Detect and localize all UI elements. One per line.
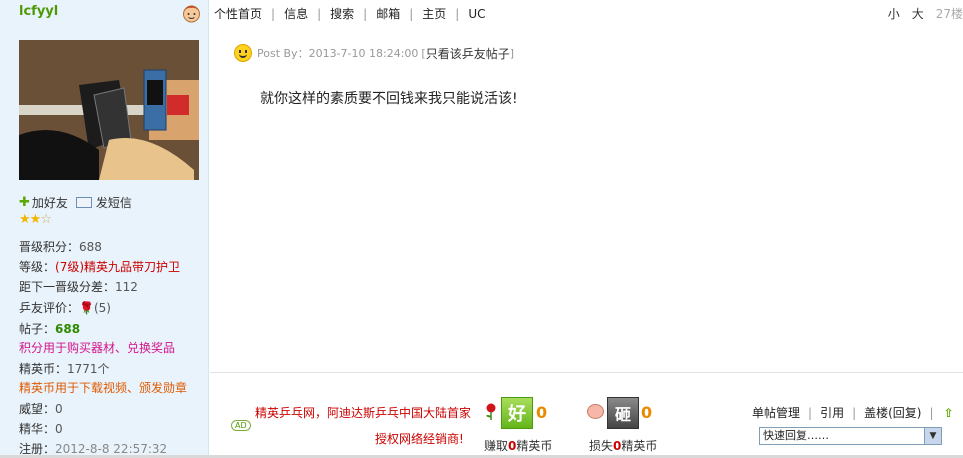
send-message-button[interactable]: 发短信: [75, 194, 132, 211]
ad-text-line1[interactable]: 精英乒乓网，阿迪达斯乒乓中国大陆首家: [255, 404, 471, 421]
quote-link[interactable]: 引用: [820, 404, 844, 421]
nav-mailbox[interactable]: 邮箱: [376, 5, 400, 22]
essence-label: 精华：: [19, 422, 56, 436]
nav-search[interactable]: 搜索: [330, 5, 354, 22]
star-icon: ★: [29, 212, 42, 227]
font-size-controls: 小 大 27楼: [876, 5, 963, 22]
post-topbar: lcfyyl 个性首页 | 信息 | 搜索 | 邮箱 | 主页 | UC 小 大…: [0, 0, 963, 26]
nav-homepage[interactable]: 个性首页: [214, 5, 262, 22]
pig-icon: [587, 404, 604, 419]
level-points-value: 688: [79, 240, 102, 254]
lose-coins-text: 损失0精英币: [589, 437, 657, 454]
user-face-icon: [183, 5, 200, 23]
essence-row: 精华：0: [19, 420, 63, 438]
posts-row: 帖子：688: [19, 320, 80, 338]
action-separator: |: [852, 405, 857, 420]
rose-icon: 🌹: [79, 301, 94, 315]
registered-value: 2012-8-8 22:57:32: [55, 442, 168, 456]
coins-value: 1771个: [67, 362, 110, 376]
rose-icon: [486, 403, 496, 420]
username-link[interactable]: lcfyyl: [19, 4, 58, 19]
coins-note: 精英币用于下载视频、颁发勋章: [19, 381, 188, 395]
rating-row: 乒友评价：🌹(5): [19, 299, 111, 317]
add-friend-label: 加好友: [31, 196, 68, 210]
rank-stars: ★★☆: [19, 212, 52, 227]
nav-separator: |: [317, 6, 322, 21]
floor-number: 27楼: [935, 7, 963, 21]
add-friend-button[interactable]: ✚ 加好友: [19, 194, 68, 211]
good-vote-button[interactable]: 好: [501, 397, 533, 429]
nav-separator: |: [271, 6, 276, 21]
ad-badge: AD: [231, 420, 251, 431]
mail-icon: [75, 197, 92, 208]
registered-label: 注册：: [19, 442, 56, 456]
quick-reply-value: 快速回复……: [763, 429, 829, 442]
chevron-down-icon: ▼: [924, 428, 941, 444]
post-actions: 单帖管理 | 引用 | 盖楼(回复) | ⇧: [752, 404, 954, 421]
nav-separator: |: [455, 6, 460, 21]
points-note: 积分用于购买器材、兑换奖品: [19, 341, 176, 355]
bracket-close: ]: [509, 46, 515, 60]
send-message-label: 发短信: [95, 196, 132, 210]
level-points-label: 晋级积分：: [19, 240, 80, 254]
avatar: [19, 40, 199, 180]
prestige-value: 0: [55, 402, 63, 416]
earn-coins-text: 赚取0精英币: [484, 437, 552, 454]
coins-row: 精英币：1771个: [19, 360, 110, 378]
rating-value: (5): [93, 301, 111, 315]
ad-text-line2[interactable]: 授权网络经销商!: [375, 430, 464, 447]
font-large-button[interactable]: 大: [912, 5, 924, 22]
earn-suffix: 精英币: [516, 439, 553, 453]
post-content: 就你这样的素质要不回钱来我只能说活该!: [260, 91, 518, 107]
rating-label: 乒友评价：: [19, 301, 80, 315]
rank-label: 等级：: [19, 260, 56, 274]
nav-separator: |: [409, 6, 414, 21]
prestige-row: 威望：0: [19, 400, 63, 418]
posts-label: 帖子：: [19, 322, 56, 336]
divider: [210, 372, 963, 373]
next-diff-row: 距下一晋级分差：112: [19, 278, 138, 296]
lose-prefix: 损失: [589, 439, 614, 453]
good-count: 0: [536, 403, 548, 422]
posts-value: 688: [55, 322, 81, 336]
avatar-photo: [19, 40, 199, 180]
earn-prefix: 赚取: [484, 439, 509, 453]
post-manage-link[interactable]: 单帖管理: [752, 404, 800, 421]
star-empty-icon: ☆: [40, 212, 52, 227]
level-points-row: 晋级积分：688: [19, 238, 102, 256]
scroll-top-icon[interactable]: ⇧: [944, 406, 954, 420]
prestige-label: 威望：: [19, 402, 56, 416]
user-actions: ✚ 加好友 发短信: [19, 194, 140, 211]
nav-uc[interactable]: UC: [468, 7, 485, 21]
nav-info[interactable]: 信息: [284, 5, 308, 22]
reply-link[interactable]: 盖楼(回复): [864, 404, 921, 421]
coins-label: 精英币：: [19, 362, 68, 376]
action-separator: |: [808, 405, 813, 420]
lose-suffix: 精英币: [621, 439, 658, 453]
next-diff-value: 112: [115, 280, 138, 294]
post-by-label: Post By：: [257, 47, 309, 60]
quick-reply-select[interactable]: 快速回复…… ▼: [759, 427, 942, 445]
smiley-icon: [234, 44, 252, 62]
star-icon: ★: [19, 212, 31, 227]
nav-separator: |: [363, 6, 368, 21]
post-header: Post By： 2013-7-10 18:24:00 [只看该乒友帖子]: [234, 44, 514, 62]
font-small-button[interactable]: 小: [888, 5, 900, 22]
bad-count: 0: [641, 403, 653, 422]
nav-mainpage[interactable]: 主页: [422, 5, 446, 22]
plus-icon: ✚: [19, 195, 30, 210]
user-nav: 个性首页 | 信息 | 搜索 | 邮箱 | 主页 | UC: [214, 5, 485, 22]
next-diff-label: 距下一晋级分差：: [19, 280, 116, 294]
essence-value: 0: [55, 422, 63, 436]
only-author-link[interactable]: 只看该乒友帖子: [426, 45, 510, 62]
post-timestamp: 2013-7-10 18:24:00: [308, 46, 419, 60]
bad-vote-button[interactable]: 砸: [607, 397, 639, 429]
rank-value: (7级)精英九品带刀护卫: [55, 260, 181, 274]
action-separator: |: [929, 405, 934, 420]
rank-row: 等级：(7级)精英九品带刀护卫: [19, 258, 180, 276]
